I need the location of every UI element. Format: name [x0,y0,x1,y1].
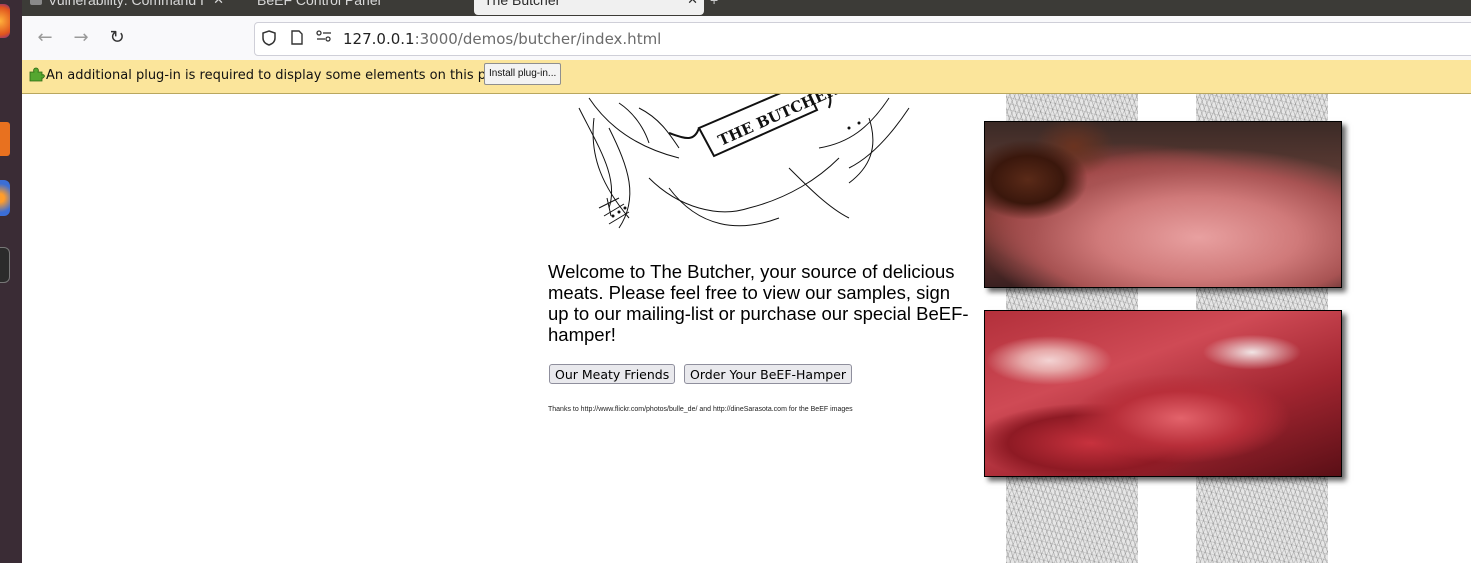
shield-icon[interactable] [261,30,277,46]
order-beef-hamper-button[interactable]: Order Your BeEF-Hamper [684,364,853,384]
reload-icon[interactable]: ↻ [107,28,127,48]
tab-label: Vulnerability: Command I [48,0,204,8]
tab-vulnerability[interactable]: Vulnerability: Command I ✕ [30,0,230,15]
new-tab-icon[interactable]: + [710,0,718,15]
files-launcher-icon[interactable] [0,122,10,156]
permissions-icon[interactable] [316,30,332,46]
close-tab-icon[interactable]: ✕ [213,0,224,7]
firefox-launcher-icon[interactable] [0,4,10,38]
our-meaty-friends-button[interactable]: Our Meaty Friends [549,364,676,384]
navigation-toolbar: ← → ↻ 127.0.0.1:3000/demos/butcher/index… [22,16,1471,61]
puzzle-piece-icon [29,67,45,82]
url-path: :3000/demos/butcher/index.html [414,30,662,48]
url-text[interactable]: 127.0.0.1:3000/demos/butcher/index.html [343,30,661,48]
back-arrow-icon[interactable]: ← [35,28,55,48]
tab-bar: Vulnerability: Command I ✕ BeEF Control … [22,0,1471,16]
address-bar[interactable]: 127.0.0.1:3000/demos/butcher/index.html [254,22,1471,56]
tab-label: BeEF Control Panel [257,0,381,8]
welcome-text: Welcome to The Butcher, your source of d… [548,261,969,345]
forward-arrow-icon[interactable]: → [71,28,91,48]
tab-beef-control-panel[interactable]: BeEF Control Panel [257,0,381,15]
roast-beef-image [984,121,1342,288]
url-host: 127.0.0.1 [343,30,415,48]
tab-the-butcher[interactable]: The Butcher ✕ [474,0,704,15]
plugin-message: An additional plug-in is required to dis… [46,68,515,83]
terminal-launcher-icon[interactable] [0,247,10,283]
install-plugin-button[interactable]: Install plug-in... [484,63,562,85]
close-tab-icon[interactable]: ✕ [687,0,698,7]
page-icon[interactable] [289,30,305,46]
image-credit-text: Thanks to http://www.flickr.com/photos/b… [548,406,853,413]
tab-favicon-icon [30,0,42,5]
browser-launcher-icon[interactable] [0,180,10,216]
page-content: THE BUTCHER Welcome to The Butcher, your… [22,94,1471,563]
butcher-logo: THE BUTCHER [578,94,910,229]
plugin-notification-bar: An additional plug-in is required to dis… [22,60,1471,94]
os-launcher [0,0,22,563]
tab-label: The Butcher [484,0,561,8]
raw-beef-image [984,310,1342,477]
